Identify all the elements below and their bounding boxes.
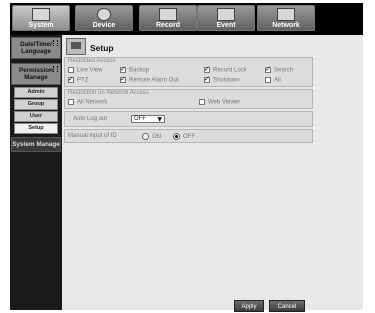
tab-record[interactable]: Record (139, 5, 197, 31)
sidebar-item-date-time-language[interactable]: Date/Time/ Language (11, 37, 61, 59)
checkbox-record-lock[interactable]: Record Lock (204, 65, 247, 74)
sidebar-item-group[interactable]: Group (14, 99, 58, 110)
checkbox-icon (199, 99, 205, 105)
checkbox-icon (68, 67, 74, 73)
sidebar-item-permission-manage[interactable]: Permission Manage (11, 63, 61, 85)
group-header: Restricted Access (68, 58, 116, 64)
setup-icon (66, 38, 86, 55)
checkbox-remote-alarm-out[interactable]: Remote Alarm Out (120, 75, 178, 84)
checkbox-ptz[interactable]: PTZ (68, 75, 88, 84)
restricted-access-group: Restricted Access Live View Backup Recor… (64, 57, 313, 87)
checkbox-icon (120, 65, 126, 73)
chevron-down-icon: ▼ (157, 116, 162, 123)
cancel-button[interactable]: Cancel (269, 300, 305, 312)
tab-network[interactable]: Network (257, 5, 315, 31)
sidebar-item-label: Date/Time/ Language (20, 41, 52, 55)
checkbox-all-network[interactable]: All Network (68, 99, 107, 106)
top-menu-tabs: System Device Record Event Network (10, 3, 363, 33)
checkbox-backup[interactable]: Backup (120, 65, 149, 74)
radio-icon (173, 133, 180, 140)
apply-button[interactable]: Apply (234, 300, 264, 312)
sidebar-item-label: System Manage (12, 141, 60, 148)
checkbox-shutdown[interactable]: Shutdown (204, 75, 240, 84)
sidebar-item-user[interactable]: User (14, 111, 58, 122)
tab-event[interactable]: Event (197, 5, 255, 31)
checkbox-icon (265, 65, 271, 73)
checkbox-icon (68, 75, 74, 83)
auto-log-out-row: Auto Log out OFF ▼ (64, 111, 313, 127)
setup-panel: Setup Restricted Access Live View Backup… (62, 35, 363, 312)
dvr-window: System Device Record Event Network Date/… (10, 3, 363, 312)
auto-log-out-label: Auto Log out (73, 116, 108, 122)
grip-icon (53, 40, 58, 46)
network-access-group: Restriction on Network Access All Networ… (64, 89, 313, 109)
checkbox-icon (204, 65, 210, 73)
record-icon (159, 8, 177, 21)
radio-off[interactable]: OFF (173, 133, 195, 140)
group-header: Restriction on Network Access (68, 90, 150, 96)
checkbox-icon (204, 75, 210, 83)
system-icon (32, 8, 50, 21)
camera-icon (97, 8, 111, 21)
checkbox-web-viewer[interactable]: Web Viewer (199, 99, 240, 106)
radio-on[interactable]: ON (142, 133, 161, 140)
network-icon (277, 8, 295, 21)
sidebar-item-admin[interactable]: Admin (14, 87, 58, 98)
sidebar-item-setup[interactable]: Setup (14, 123, 58, 134)
event-icon (217, 8, 235, 21)
tab-device[interactable]: Device (75, 5, 133, 31)
auto-log-out-select[interactable]: OFF ▼ (131, 115, 165, 123)
tab-system[interactable]: System (12, 5, 70, 31)
sidebar: Date/Time/ Language Permission Manage Ad… (10, 35, 62, 310)
radio-icon (142, 133, 149, 140)
checkbox-icon (68, 99, 74, 105)
manual-input-id-label: Manual input of ID (68, 133, 117, 139)
checkbox-live-view[interactable]: Live View (68, 67, 103, 74)
checkbox-search[interactable]: Search (265, 65, 293, 74)
manual-input-id-row: Manual input of ID ON OFF (64, 129, 313, 143)
grip-icon (53, 66, 58, 72)
sidebar-item-label: Permission Manage (19, 67, 53, 81)
checkbox-icon (120, 75, 126, 83)
sidebar-item-system-manage[interactable]: System Manage (11, 137, 61, 152)
checkbox-all[interactable]: All (265, 77, 281, 84)
checkbox-icon (265, 77, 271, 83)
page-title: Setup (90, 43, 114, 53)
